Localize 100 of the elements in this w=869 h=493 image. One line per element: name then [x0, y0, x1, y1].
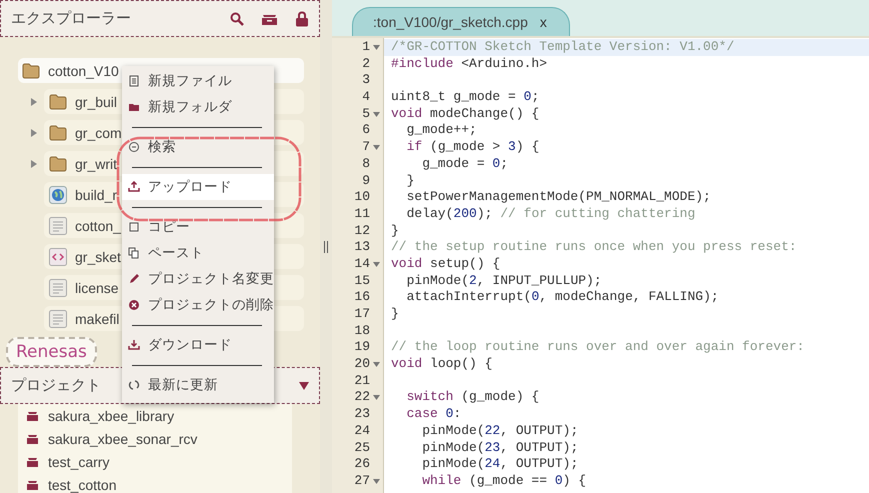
line-number: 14: [354, 256, 370, 273]
explorer-title: エクスプローラー: [11, 9, 131, 28]
menu-item[interactable]: 新規フォルダ: [122, 94, 274, 120]
code-line: switch (g_mode) {: [406, 389, 540, 406]
logo: Renesas: [6, 337, 97, 367]
circle-icon: [128, 141, 140, 153]
line-number: 11: [354, 206, 370, 223]
dropdown-arrow-icon: [299, 382, 309, 390]
code-line: void modeChange() {: [390, 106, 540, 122]
menu-item[interactable]: 最新に更新: [122, 372, 274, 398]
code-line: if (g_mode > 3) {: [406, 139, 540, 156]
code-line: // the loop routine runs over and over again forever:: [390, 339, 806, 356]
code-line: }: [390, 222, 400, 240]
line-number: 13: [354, 239, 370, 256]
line-number: 1: [362, 39, 370, 56]
code-line: void loop() {: [390, 356, 494, 373]
code-line: pinMode(24, OUTPUT);: [421, 456, 580, 473]
code-line: while (g_mode == 0) {: [421, 472, 588, 490]
line-number: 10: [354, 189, 370, 206]
line-number: 22: [354, 389, 370, 406]
basket-icon: [26, 479, 39, 490]
line-number: 3: [362, 72, 370, 90]
folder-icon: [128, 101, 140, 113]
line-number: 7: [362, 139, 370, 156]
line-number: 12: [354, 222, 370, 240]
line-number: 8: [362, 156, 370, 173]
menu-item[interactable]: 新規ファイル: [122, 68, 274, 94]
line-number: 6: [362, 122, 370, 140]
menu-item[interactable]: ペースト: [122, 240, 274, 266]
code-line: case 0:: [406, 406, 462, 423]
pencil-icon: [128, 273, 140, 285]
menu-item[interactable]: プロジェクト名変更: [122, 266, 274, 292]
code-line: #include <Arduino.h>: [390, 56, 548, 72]
code-line: delay(200); // for cutting chattering: [406, 206, 696, 223]
menu-item[interactable]: ダウンロード: [122, 332, 274, 358]
square-icon: [128, 221, 140, 233]
document-icon: [49, 278, 67, 296]
splitter-grip-icon[interactable]: [324, 240, 328, 252]
line-number: 20: [354, 356, 370, 373]
code-file-icon: [49, 248, 67, 266]
fold-arrow-icon: [373, 44, 380, 50]
code-line: setPowerManagementMode(PM_NORMAL_MODE);: [406, 189, 712, 206]
document-icon: [128, 75, 140, 87]
projects-title: プロジェクト: [11, 376, 101, 395]
fold-arrow-icon: [373, 395, 380, 400]
project-item[interactable]: sakura_xbee_library: [18, 404, 292, 427]
download-icon: [128, 339, 140, 351]
line-number: 27: [354, 472, 370, 490]
line-number: 4: [362, 89, 370, 106]
code-line: attachInterrupt(0, modeChange, FALLING);: [406, 289, 720, 306]
delete-icon: [128, 299, 140, 311]
code-line: }: [406, 172, 416, 190]
close-button[interactable]: x: [540, 14, 547, 30]
line-number: 17: [354, 306, 370, 323]
code-line: // the setup routine runs once when you press reset:: [390, 239, 798, 256]
folder-icon: [49, 156, 67, 172]
fold-arrow-icon: [373, 144, 380, 150]
project-item[interactable]: test_cotton: [18, 473, 292, 493]
globe-icon: [49, 186, 67, 204]
code-line: uint8_t g_mode = 0;: [390, 89, 540, 106]
code-line: g_mode++;: [406, 122, 478, 140]
line-number: 9: [362, 172, 370, 190]
code-line: g_mode = 0;: [421, 156, 510, 172]
code-line: pinMode(2, INPUT_PULLUP);: [406, 272, 603, 290]
fold-arrow-icon: [373, 112, 380, 117]
menu-item[interactable]: アップロード: [122, 174, 274, 200]
line-number: 15: [354, 272, 370, 290]
line-number: 24: [354, 422, 370, 440]
project-item[interactable]: sakura_xbee_sonar_rcv: [18, 427, 292, 450]
code-line: void setup() {: [390, 256, 502, 273]
basket-icon: [26, 410, 39, 421]
line-number: 21: [354, 372, 370, 390]
document-icon: [49, 310, 67, 328]
code-line: }: [390, 306, 400, 323]
folder-icon: [49, 94, 67, 110]
folder-icon: [22, 62, 40, 78]
file-tab[interactable]: :ton_V100/gr_sketch.cpp x: [352, 7, 570, 36]
project-item[interactable]: test_carry: [18, 450, 292, 473]
menu-item[interactable]: 検索: [122, 134, 274, 160]
line-number: 26: [354, 456, 370, 473]
basket-icon: [26, 433, 39, 444]
menu-item[interactable]: プロジェクトの削除: [122, 292, 274, 318]
search-icon: [230, 12, 244, 26]
copy-icon: [128, 247, 140, 259]
document-icon: [49, 216, 67, 234]
line-number: 2: [362, 56, 370, 72]
line-number: 16: [354, 289, 370, 306]
line-number: 19: [354, 339, 370, 356]
code-line: pinMode(23, OUTPUT);: [421, 440, 580, 456]
refresh-icon: [128, 379, 140, 391]
menu-item[interactable]: コピー: [122, 214, 274, 240]
upload-icon: [128, 181, 140, 193]
basket-icon: [26, 456, 39, 467]
line-number: 5: [362, 106, 370, 122]
folder-icon: [49, 124, 67, 140]
line-number: 18: [354, 322, 370, 340]
line-number: 23: [354, 406, 370, 423]
fold-arrow-icon: [373, 262, 380, 267]
code-line: pinMode(22, OUTPUT);: [421, 422, 580, 440]
lock-icon: [295, 10, 309, 26]
